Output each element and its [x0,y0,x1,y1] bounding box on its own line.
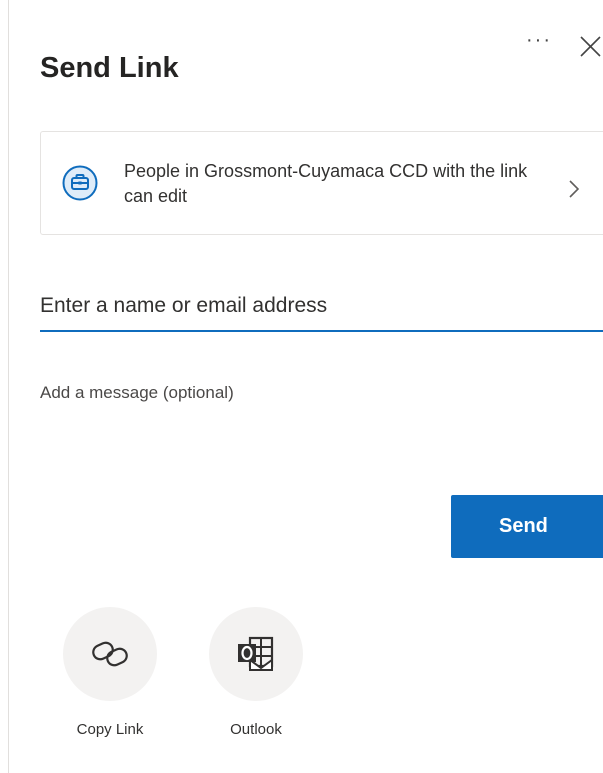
close-icon [580,36,601,57]
copy-link-button[interactable] [63,607,157,701]
chevron-right-icon [569,180,580,198]
briefcase-icon [62,165,98,201]
message-input[interactable] [40,378,600,418]
recipient-input[interactable] [40,282,603,332]
link-icon [92,641,128,667]
link-settings-button[interactable]: People in Grossmont-Cuyamaca CCD with th… [40,131,603,235]
copy-link-option[interactable]: Copy Link [37,607,157,747]
copy-link-label: Copy Link [76,721,144,738]
dialog-title: Send Link [40,52,179,84]
close-button[interactable] [578,34,603,59]
send-button[interactable]: Send [451,495,603,558]
link-permission-text: People in Grossmont-Cuyamaca CCD with th… [124,161,528,206]
more-options-button[interactable]: ··· [522,28,556,58]
outlook-label: Outlook [230,721,282,738]
panel-left-border [8,0,9,773]
outlook-option[interactable]: Outlook [183,607,303,747]
outlook-icon [238,636,274,671]
outlook-button[interactable] [209,607,303,701]
